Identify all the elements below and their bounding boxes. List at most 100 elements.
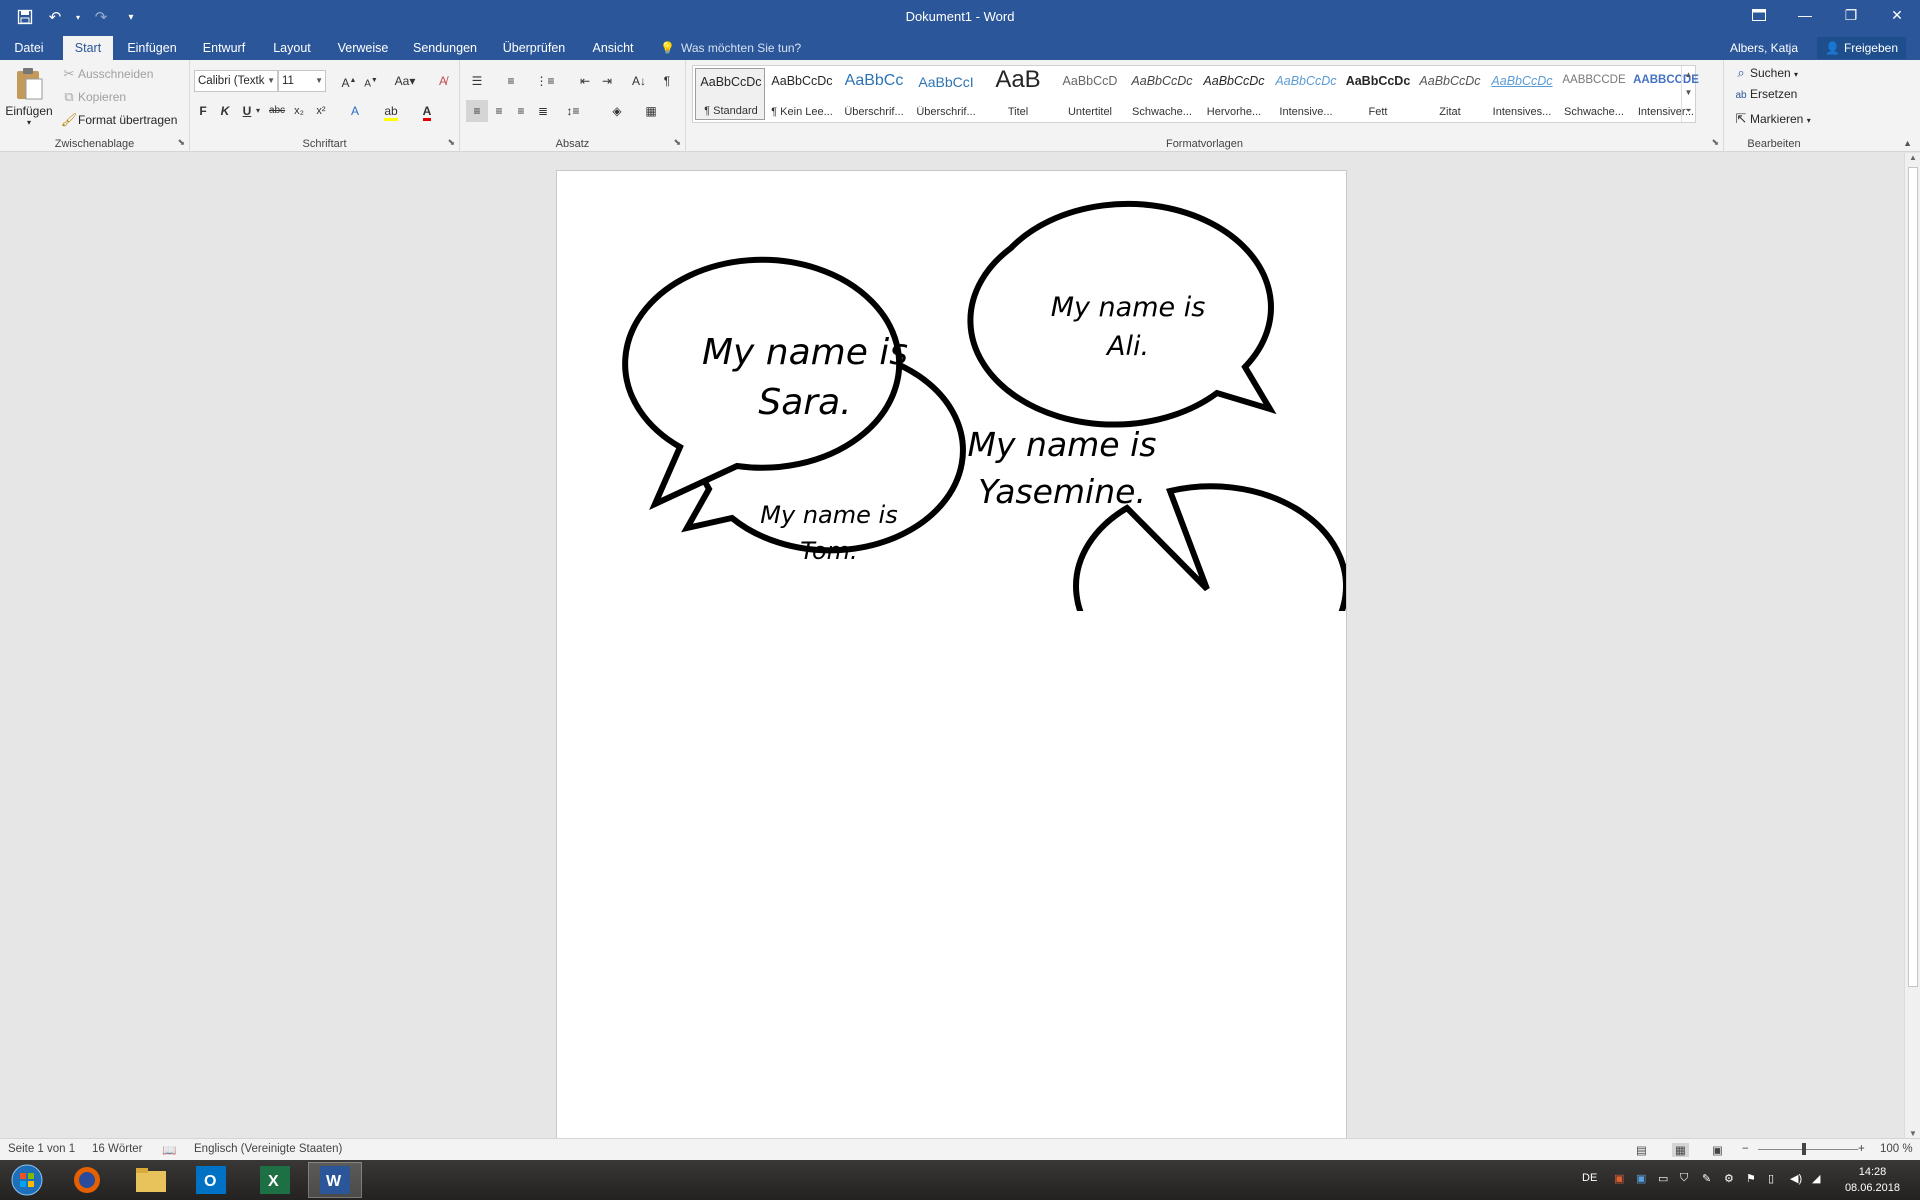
change-case-icon[interactable]: Aa▾ [390, 70, 420, 92]
tell-me-box[interactable]: 💡 Was möchten Sie tun? [660, 36, 801, 60]
close-icon[interactable]: ✕ [1874, 0, 1920, 30]
copy-button[interactable]: ⧉ Kopieren [60, 88, 126, 106]
wifi-icon[interactable]: ◢ [1812, 1172, 1820, 1185]
user-name[interactable]: Albers, Katja [1730, 36, 1798, 60]
chevron-up-icon[interactable]: ▲ [1682, 66, 1695, 84]
borders-icon[interactable]: ▦ [640, 100, 662, 122]
style-schwache-hervorhebung[interactable]: AaBbCcDc Schwache... [1127, 68, 1197, 120]
tab-layout[interactable]: Layout [266, 36, 318, 60]
replace-button[interactable]: ab Ersetzen [1732, 87, 1797, 105]
minimize-icon[interactable]: — [1782, 0, 1828, 30]
style-intensives-zitat[interactable]: AaBbCcDc Intensives... [1487, 68, 1557, 120]
print-layout-icon[interactable]: ▦ [1672, 1143, 1689, 1157]
grow-font-icon[interactable]: A▲ [338, 70, 360, 92]
font-size-select[interactable]: 11 ▼ [278, 70, 326, 92]
office-tray-icon[interactable]: ▣ [1614, 1172, 1624, 1185]
share-button[interactable]: 👤 Freigeben [1817, 37, 1906, 59]
multilevel-list-icon[interactable]: ⋮≡ [534, 70, 556, 92]
style-untertitel[interactable]: AaBbCcD Untertitel [1055, 68, 1125, 120]
language-indicator[interactable]: Englisch (Vereinigte Staaten) [194, 1143, 342, 1155]
find-button[interactable]: ⌕ Suchen ▾ [1732, 64, 1798, 82]
volume-icon[interactable]: ◀) [1790, 1172, 1802, 1185]
increase-indent-icon[interactable]: ⇥ [596, 70, 618, 92]
web-layout-icon[interactable]: ▣ [1712, 1143, 1723, 1157]
select-button[interactable]: ⇱ Markieren ▾ [1732, 110, 1811, 128]
start-button[interactable] [0, 1162, 54, 1198]
strikethrough-icon[interactable]: abc [266, 100, 288, 122]
taskbar-outlook[interactable]: O [184, 1162, 238, 1198]
text-effects-icon[interactable]: A [344, 100, 366, 122]
page-count[interactable]: Seite 1 von 1 [8, 1143, 75, 1155]
bullets-icon[interactable]: ☰ [466, 70, 488, 92]
shield-icon[interactable]: ⛉ [1680, 1172, 1688, 1185]
flag-icon[interactable]: ⚑ [1746, 1172, 1756, 1185]
sort-icon[interactable]: A↓ [628, 70, 650, 92]
align-left-icon[interactable]: ≡ [466, 100, 488, 122]
dialog-launcher-icon[interactable]: ⬊ [447, 137, 455, 148]
tab-ansicht[interactable]: Ansicht [586, 36, 640, 60]
shrink-font-icon[interactable]: A▼ [360, 70, 382, 92]
font-family-select[interactable]: Calibri (Textk ▼ [194, 70, 278, 92]
align-right-icon[interactable]: ≡ [510, 100, 532, 122]
system-clock[interactable]: 14:28 08.06.2018 [1845, 1164, 1900, 1196]
pilcrow-icon[interactable]: ¶ [656, 70, 678, 92]
superscript-icon[interactable]: x² [310, 100, 332, 122]
dialog-launcher-icon[interactable]: ⬊ [673, 137, 681, 148]
zoom-slider-thumb[interactable] [1802, 1143, 1806, 1155]
tab-entwurf[interactable]: Entwurf [196, 36, 252, 60]
dialog-launcher-icon[interactable]: ⬊ [1711, 137, 1719, 148]
font-color-icon[interactable]: A [416, 100, 438, 122]
monitor-tray-icon[interactable]: ▭ [1658, 1172, 1668, 1185]
outlook-tray-icon[interactable]: ▣ [1636, 1172, 1646, 1185]
shading-icon[interactable]: ◈ [606, 100, 628, 122]
tab-start[interactable]: Start [63, 36, 113, 60]
clear-formatting-icon[interactable]: A̸ [432, 70, 454, 92]
input-language[interactable]: DE [1582, 1172, 1597, 1184]
taskbar-firefox[interactable] [60, 1162, 114, 1198]
style-hervorhebung[interactable]: AaBbCcDc Hervorhe... [1199, 68, 1269, 120]
speech-bubbles-graphic[interactable]: My name is Sara. My name is Ali. My name… [557, 171, 1346, 611]
highlight-color-icon[interactable]: ab [380, 100, 402, 122]
zoom-out-icon[interactable]: − [1742, 1143, 1749, 1155]
gallery-more-icon[interactable]: ⏷ [1682, 102, 1695, 120]
tool-tray-icon[interactable]: ✎ [1702, 1172, 1711, 1185]
zoom-in-icon[interactable]: + [1858, 1143, 1865, 1155]
style-ueberschrift-1[interactable]: AaBbCc Überschrif... [839, 68, 909, 120]
tab-ueberpruefen[interactable]: Überprüfen [496, 36, 572, 60]
taskbar-explorer[interactable] [124, 1162, 178, 1198]
chevron-down-icon[interactable]: ▼ [1682, 84, 1695, 102]
style-ueberschrift-2[interactable]: AaBbCcI Überschrif... [911, 68, 981, 120]
taskbar-excel[interactable]: X [248, 1162, 302, 1198]
zoom-level[interactable]: 100 % [1880, 1143, 1913, 1155]
scroll-up-icon[interactable]: ▲ [1905, 153, 1920, 162]
italic-button[interactable]: K [214, 100, 236, 122]
read-mode-icon[interactable]: ▤ [1636, 1143, 1647, 1157]
chevron-down-icon[interactable]: ▾ [252, 100, 264, 122]
style-fett[interactable]: AaBbCcDc Fett [1343, 68, 1413, 120]
vertical-scrollbar[interactable]: ▲ ▼ [1904, 153, 1920, 1138]
numbering-icon[interactable]: ≡ [500, 70, 522, 92]
dialog-launcher-icon[interactable]: ⬊ [177, 137, 185, 148]
zoom-slider[interactable] [1758, 1143, 1858, 1155]
decrease-indent-icon[interactable]: ⇤ [574, 70, 596, 92]
style-standard[interactable]: AaBbCcDc ¶ Standard [695, 68, 765, 120]
bold-button[interactable]: F [192, 100, 214, 122]
document-page[interactable]: My name is Sara. My name is Ali. My name… [556, 170, 1347, 1170]
cut-button[interactable]: ✂ Ausschneiden [60, 65, 154, 83]
ribbon-display-options-icon[interactable] [1736, 0, 1782, 30]
network-tray-icon[interactable]: ⚙ [1724, 1172, 1734, 1185]
scrollbar-thumb[interactable] [1908, 167, 1918, 987]
style-intensive-hervorhebung[interactable]: AaBbCcDc Intensive... [1271, 68, 1341, 120]
scroll-down-icon[interactable]: ▼ [1905, 1129, 1920, 1138]
collapse-ribbon-icon[interactable]: ▲ [1903, 138, 1912, 148]
justify-icon[interactable]: ≣ [532, 100, 554, 122]
format-painter-button[interactable]: 🖌Format übertragen [60, 111, 178, 129]
tab-datei[interactable]: Datei [6, 36, 52, 60]
style-kein-leerraum[interactable]: AaBbCcDc ¶ Kein Lee... [767, 68, 837, 120]
line-spacing-icon[interactable]: ↕≡ [562, 100, 584, 122]
proofing-icon[interactable]: 📖 [162, 1143, 176, 1157]
style-schwacher-verweis[interactable]: AABBCCDE Schwache... [1559, 68, 1629, 120]
taskbar-word[interactable]: W [308, 1162, 362, 1198]
subscript-icon[interactable]: x₂ [288, 100, 310, 122]
paste-button[interactable]: Einfügen ▾ [4, 66, 54, 132]
